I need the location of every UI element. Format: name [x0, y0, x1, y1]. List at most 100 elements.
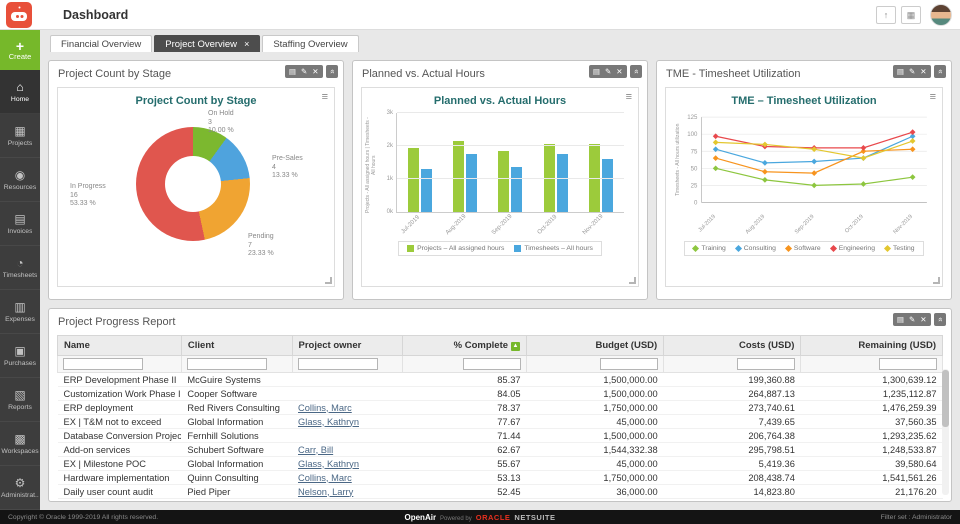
project-owner-link[interactable]: Glass, Kathryn — [298, 501, 359, 503]
cell-project-owner: Glass, Kathryn — [292, 499, 403, 503]
bar-x-label-cell: Aug-2019 — [442, 215, 488, 239]
collapse-icon[interactable]: » — [327, 69, 336, 73]
cell-name: Customization Work Phase II — [58, 387, 182, 401]
sidebar-item-label: Home — [11, 96, 29, 103]
sidebar-item-expenses[interactable]: ▥Expenses — [0, 290, 40, 334]
tab-staffing-overview[interactable]: Staffing Overview — [262, 35, 358, 52]
collapse-icon[interactable]: » — [935, 317, 944, 321]
close-icon[interactable]: ✕ — [920, 315, 926, 324]
legend-swatch — [785, 245, 792, 252]
sidebar-item-reports[interactable]: ▧Reports — [0, 378, 40, 422]
close-icon[interactable]: ✕ — [920, 67, 926, 76]
sidebar-item-administrat[interactable]: ⚙Administrat... — [0, 466, 40, 510]
openair-logo[interactable] — [6, 2, 32, 28]
close-icon[interactable]: ✕ — [616, 67, 622, 76]
sidebar-item-projects[interactable]: ▦Projects — [0, 114, 40, 158]
apps-grid-button[interactable]: ▦ — [901, 6, 921, 24]
bar-y-tick: 2k — [375, 143, 393, 149]
column-header-project-owner[interactable]: Project owner — [292, 336, 403, 356]
resize-handle[interactable] — [629, 277, 636, 284]
filter-input-name[interactable] — [63, 358, 143, 370]
project-owner-link[interactable]: Carr, Bill — [298, 445, 333, 455]
tab-financial-overview[interactable]: Financial Overview — [50, 35, 152, 52]
close-icon[interactable]: ✕ — [312, 67, 318, 76]
project-owner-link[interactable]: Collins, Marc — [298, 473, 352, 483]
sidebar-item-label: Administrat... — [1, 492, 39, 499]
collapse-icon[interactable]: » — [935, 69, 944, 73]
column-header-name[interactable]: Name — [58, 336, 182, 356]
print-icon[interactable]: ▤ — [897, 67, 904, 76]
panel-project-count-by-stage: Project Count by Stage ▤ ✎ ✕ » Proje — [48, 60, 344, 300]
print-icon[interactable]: ▤ — [593, 67, 600, 76]
column-header-client[interactable]: Client — [181, 336, 292, 356]
collapse-icon[interactable]: » — [631, 69, 640, 73]
sidebar-item-invoices[interactable]: ▤Invoices — [0, 202, 40, 246]
table-scrollbar-thumb[interactable] — [942, 370, 949, 427]
chart-menu-icon[interactable]: ≡ — [626, 91, 632, 103]
legend-item-engineering[interactable]: Engineering — [831, 245, 875, 252]
user-avatar[interactable] — [930, 4, 952, 26]
filter-input-project-owner[interactable] — [298, 358, 378, 370]
projects-icon: ▦ — [14, 125, 25, 138]
filter-input-costs-usd[interactable] — [737, 358, 795, 370]
project-owner-link[interactable]: Glass, Kathryn — [298, 459, 359, 469]
create-button[interactable]: + Create — [0, 30, 40, 70]
sidebar-item-workspaces[interactable]: ▩Workspaces — [0, 422, 40, 466]
edit-icon[interactable]: ✎ — [605, 67, 611, 76]
filter-cell — [527, 356, 664, 373]
table-row: EX | T&M not to exceedGlobal Information… — [58, 415, 943, 429]
line-y-tick: 125 — [687, 114, 698, 121]
column-header-costs-usd[interactable]: Costs (USD) — [664, 336, 801, 356]
donut-label-line: 3 — [208, 119, 234, 128]
scroll-top-button[interactable]: ↑ — [876, 6, 896, 24]
tab-label: Financial Overview — [61, 39, 141, 50]
print-icon[interactable]: ▤ — [897, 315, 904, 324]
column-header-remaining-usd[interactable]: Remaining (USD) — [801, 336, 943, 356]
cell-remaining-usd: 39,580.64 — [801, 457, 943, 471]
filter-cell — [58, 356, 182, 373]
donut-label-pending: Pending723.33 % — [248, 233, 274, 259]
column-header-budget-usd[interactable]: Budget (USD) — [527, 336, 664, 356]
bar-timesheets-all-hours — [511, 167, 522, 212]
project-owner-link[interactable]: Glass, Kathryn — [298, 417, 359, 427]
legend-item-testing[interactable]: Testing — [885, 245, 915, 252]
sidebar: + Create ⌂Home▦Projects◉Resources▤Invoic… — [0, 30, 40, 510]
legend-item-software[interactable]: Software — [786, 245, 821, 252]
edit-icon[interactable]: ✎ — [909, 67, 915, 76]
tab-project-overview[interactable]: Project Overview× — [154, 35, 260, 52]
resize-handle[interactable] — [933, 277, 940, 284]
series-marker — [910, 174, 916, 180]
column-header-complete[interactable]: % Complete▲ — [403, 336, 527, 356]
resources-icon: ◉ — [15, 169, 25, 182]
sidebar-item-timesheets[interactable]: ◔Timesheets — [0, 246, 40, 290]
filter-input-remaining-usd[interactable] — [879, 358, 937, 370]
edit-icon[interactable]: ✎ — [909, 315, 915, 324]
project-owner-link[interactable]: Nelson, Larry — [298, 487, 353, 497]
filter-input-complete[interactable] — [463, 358, 521, 370]
sidebar-item-purchases[interactable]: ▣Purchases — [0, 334, 40, 378]
bar-y-axis-label: Projects - All assigned hours | Timeshee… — [365, 115, 377, 215]
sidebar-item-resources[interactable]: ◉Resources — [0, 158, 40, 202]
chart-menu-icon[interactable]: ≡ — [322, 91, 328, 103]
donut-label-line: 53.33 % — [70, 200, 106, 209]
cell-costs-usd: 5,428.46 — [664, 499, 801, 503]
table-scrollbar[interactable] — [942, 369, 949, 495]
sort-asc-icon[interactable]: ▲ — [511, 342, 520, 351]
sidebar-item-home[interactable]: ⌂Home — [0, 70, 40, 114]
chart-menu-icon[interactable]: ≡ — [930, 91, 936, 103]
bar-group-sep-2019 — [498, 113, 522, 212]
legend-item-training[interactable]: Training — [693, 245, 725, 252]
cell-project-owner: Collins, Marc — [292, 471, 403, 485]
bar-x-label-cell: Jul-2019 — [396, 215, 442, 239]
print-icon[interactable]: ▤ — [289, 67, 296, 76]
donut-label-line: 10.00 % — [208, 127, 234, 136]
filter-input-client[interactable] — [187, 358, 267, 370]
project-owner-link[interactable]: Collins, Marc — [298, 403, 352, 413]
legend-item-consulting[interactable]: Consulting — [736, 245, 776, 252]
resize-handle[interactable] — [325, 277, 332, 284]
tab-close-icon[interactable]: × — [244, 40, 249, 49]
legend-item-projects-all-assigned-hours[interactable]: Projects – All assigned hours — [407, 245, 504, 252]
edit-icon[interactable]: ✎ — [301, 67, 307, 76]
cell-budget-usd: 1,750,000.00 — [527, 401, 664, 415]
filter-input-budget-usd[interactable] — [600, 358, 658, 370]
